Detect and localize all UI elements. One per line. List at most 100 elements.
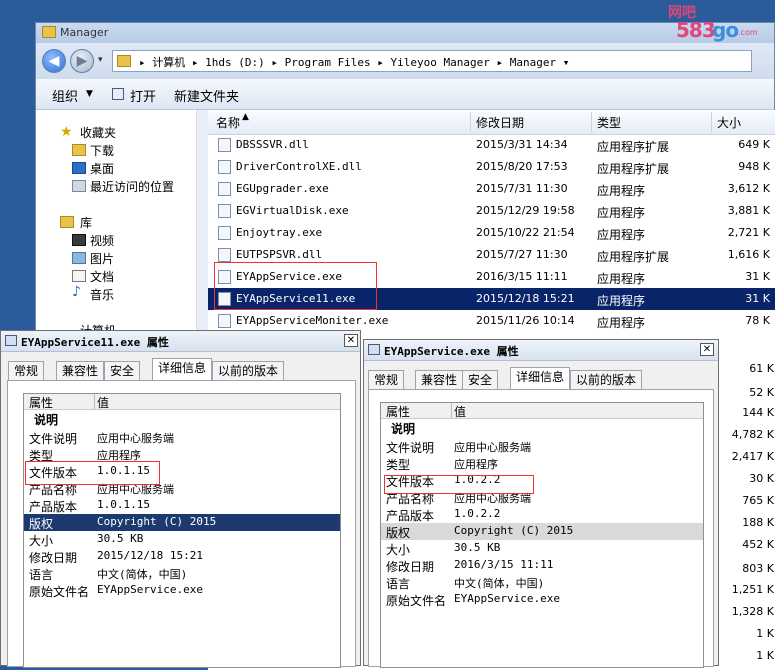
star-icon: ★	[60, 124, 73, 140]
nav-item-downloads[interactable]: 下载	[90, 142, 114, 159]
nav-item-libraries[interactable]: 库	[80, 214, 92, 231]
header-value[interactable]: 值	[454, 403, 466, 420]
open-button[interactable]: 打开	[130, 86, 156, 105]
column-size[interactable]: 大小	[717, 114, 741, 131]
nav-item-music[interactable]: 音乐	[90, 286, 114, 303]
tab-compatibility[interactable]: 兼容性	[56, 361, 105, 381]
file-size: 1 K	[756, 627, 774, 640]
property-row[interactable]: 文件说明 应用中心服务端	[24, 429, 340, 446]
property-name: 修改日期	[29, 551, 78, 565]
file-name: DBSSSVR.dll	[236, 138, 309, 151]
file-row[interactable]: DriverControlXE.dll 2015/8/20 17:53 应用程序扩展…	[208, 156, 775, 178]
file-size: 1,251 K	[731, 583, 774, 596]
tab-security[interactable]: 安全	[104, 361, 141, 381]
tab-compatibility[interactable]: 兼容性	[415, 370, 464, 390]
recent-pages-dropdown[interactable]: ▾	[98, 55, 103, 65]
property-row[interactable]: 语言 中文(简体，中国)	[24, 565, 340, 582]
tab-previous-versions[interactable]: 以前的版本	[570, 370, 643, 390]
address-bar[interactable]: ▸ 计算机 ▸ 1hds (D:) ▸ Program Files ▸ Yile…	[112, 50, 752, 72]
file-size: 2,417 K	[731, 450, 774, 463]
property-row[interactable]: 原始文件名 EYAppService.exe	[24, 582, 340, 599]
property-row[interactable]: 文件说明 应用中心服务端	[381, 438, 703, 455]
property-row[interactable]: 语言 中文(简体，中国)	[381, 574, 703, 591]
file-size: 78 K	[745, 314, 770, 327]
organize-button[interactable]: 组织	[52, 86, 78, 105]
nav-item-favorites[interactable]: 收藏夹	[80, 124, 116, 141]
nav-item-videos[interactable]: 视频	[90, 232, 114, 249]
back-button[interactable]: ◀	[42, 49, 66, 73]
file-date: 2015/12/29 19:58	[476, 204, 575, 217]
tab-general[interactable]: 常规	[8, 361, 45, 381]
file-size: 1,328 K	[731, 605, 774, 618]
nav-item-documents[interactable]: 文档	[90, 268, 114, 285]
file-size: 144 K	[742, 406, 774, 419]
open-icon[interactable]	[112, 88, 124, 100]
property-row[interactable]: 大小 30.5 KB	[24, 531, 340, 548]
property-value: 应用中心服务端	[454, 441, 531, 454]
property-value: Copyright (C) 2015	[97, 515, 217, 528]
file-size: 3,612 K	[727, 182, 770, 195]
file-size: 4,782 K	[731, 428, 774, 441]
close-icon[interactable]: ✕	[344, 334, 358, 347]
dialog-titlebar[interactable]: EYAppService.exe 属性 ✕	[364, 340, 718, 361]
header-property[interactable]: 属性	[29, 394, 53, 411]
folder-icon	[117, 55, 131, 67]
tab-security[interactable]: 安全	[462, 370, 499, 390]
window-title: Manager	[60, 26, 109, 39]
tab-details[interactable]: 详细信息	[510, 367, 571, 390]
documents-icon	[72, 270, 86, 282]
property-row[interactable]: 修改日期 2015/12/18 15:21	[24, 548, 340, 565]
forward-button[interactable]: ▶	[70, 49, 94, 73]
file-size: 188 K	[742, 516, 774, 529]
file-name: EUTPSPSVR.dll	[236, 248, 323, 261]
file-row[interactable]: Enjoytray.exe 2015/10/22 21:54 应用程序 2,721 K	[208, 222, 775, 244]
dialog-title: EYAppService11.exe 属性	[21, 336, 169, 349]
file-size: 31 K	[745, 270, 770, 283]
property-name: 修改日期	[386, 560, 435, 574]
header-property[interactable]: 属性	[386, 403, 410, 420]
new-folder-button[interactable]: 新建文件夹	[174, 86, 239, 105]
file-row[interactable]: DBSSSVR.dll 2015/3/31 14:34 应用程序扩展 649 K	[208, 134, 775, 156]
property-value: 应用程序	[454, 458, 498, 471]
file-name: Enjoytray.exe	[236, 226, 323, 239]
nav-item-desktop[interactable]: 桌面	[90, 160, 114, 177]
explorer-titlebar[interactable]: Manager	[36, 23, 774, 43]
file-row[interactable]: EGVirtualDisk.exe 2015/12/29 19:58 应用程序 3,8…	[208, 200, 775, 222]
file-size: 1,616 K	[727, 248, 770, 261]
navigation-pane: ★ 收藏夹 下载 桌面 最近访问的位置 库 视频 图片 文档 ♪ 音乐 计算机	[36, 110, 197, 338]
nav-item-recent[interactable]: 最近访问的位置	[90, 178, 174, 195]
property-row[interactable]: 版权 Copyright (C) 2015	[381, 523, 703, 540]
dialog-titlebar[interactable]: EYAppService11.exe 属性 ✕	[1, 331, 360, 352]
property-row[interactable]: 原始文件名 EYAppService.exe	[381, 591, 703, 608]
file-size: 31 K	[745, 292, 770, 305]
column-name[interactable]: 名称	[216, 114, 240, 131]
property-row[interactable]: 大小 30.5 KB	[381, 540, 703, 557]
property-row[interactable]: 版权 Copyright (C) 2015	[24, 514, 340, 531]
tab-previous-versions[interactable]: 以前的版本	[212, 361, 285, 381]
close-icon[interactable]: ✕	[700, 343, 714, 356]
file-name: EYAppServiceMoniter.exe	[236, 314, 389, 327]
app-icon	[368, 344, 380, 355]
property-row[interactable]: 修改日期 2016/3/15 11:11	[381, 557, 703, 574]
property-value: Copyright (C) 2015	[454, 524, 574, 537]
nav-item-pictures[interactable]: 图片	[90, 250, 114, 267]
properties-dialog-left: EYAppService11.exe 属性 ✕ 常规 兼容性 安全 详细信息 以…	[0, 330, 361, 668]
tab-details[interactable]: 详细信息	[152, 358, 213, 381]
file-type: 应用程序	[597, 184, 646, 198]
file-type: 应用程序	[597, 206, 646, 220]
file-row[interactable]: EGUpgrader.exe 2015/7/31 11:30 应用程序 3,612 K	[208, 178, 775, 200]
property-row[interactable]: 类型 应用程序	[381, 455, 703, 472]
file-icon	[218, 248, 231, 262]
column-date[interactable]: 修改日期	[476, 114, 524, 131]
file-type: 应用程序扩展	[597, 162, 670, 176]
chevron-down-icon[interactable]: ▼	[86, 89, 93, 99]
file-row[interactable]: EYAppServiceMoniter.exe 2015/11/26 10:14 应…	[208, 310, 775, 332]
property-row[interactable]: 产品版本 1.0.2.2	[381, 506, 703, 523]
address-path[interactable]: ▸ 计算机 ▸ 1hds (D:) ▸ Program Files ▸ Yile…	[139, 54, 569, 70]
property-row[interactable]: 产品版本 1.0.1.15	[24, 497, 340, 514]
video-icon	[72, 234, 86, 246]
file-size: 61 K	[749, 362, 774, 375]
header-value[interactable]: 值	[97, 394, 109, 411]
tab-general[interactable]: 常规	[368, 370, 405, 390]
column-type[interactable]: 类型	[597, 114, 621, 131]
